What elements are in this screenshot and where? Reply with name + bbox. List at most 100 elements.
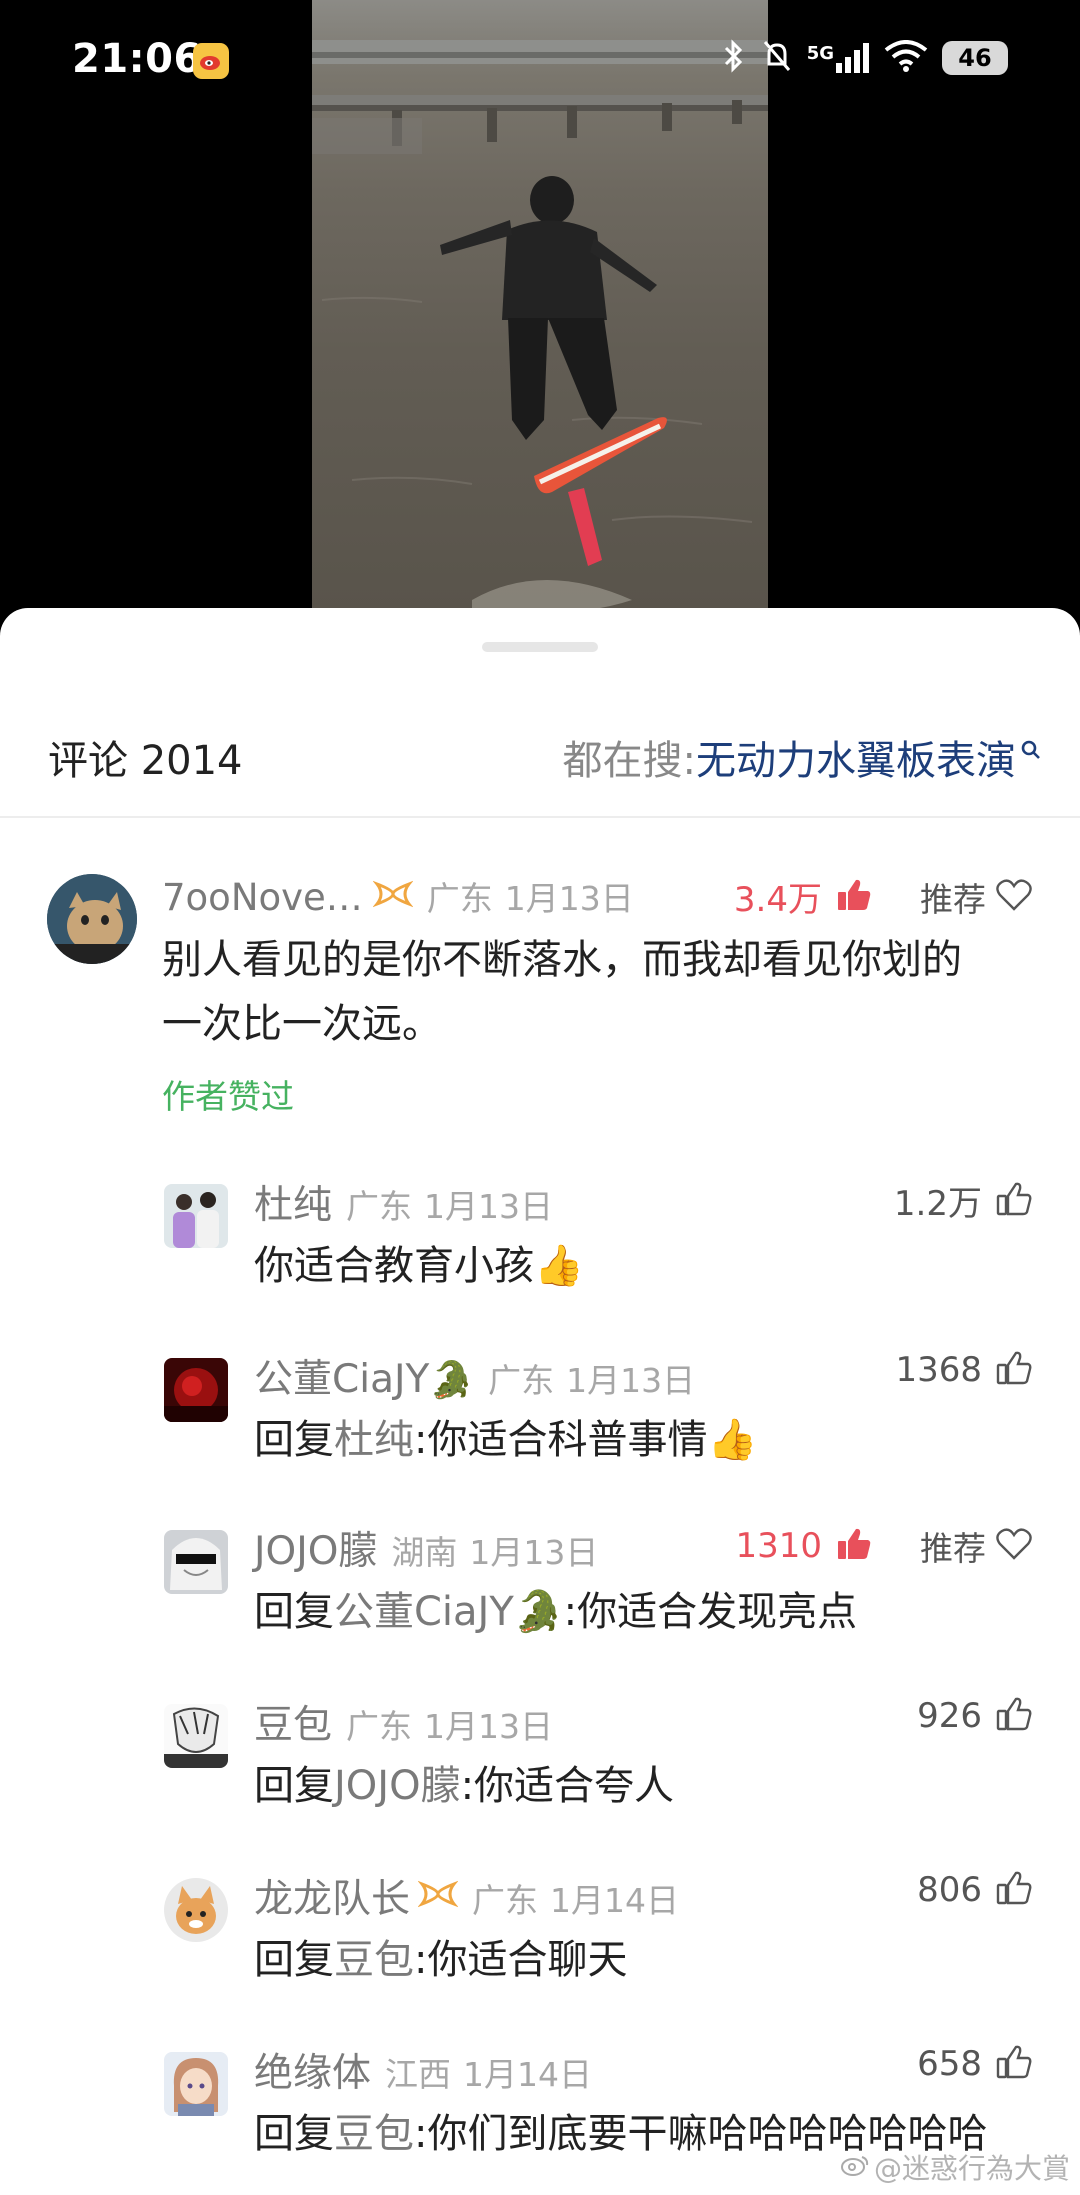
- header-divider: [0, 816, 1080, 818]
- reply-target-link[interactable]: 公董CiaJY: [334, 1589, 514, 1635]
- like-area: 806: [917, 1870, 1032, 1910]
- username[interactable]: 杜纯: [254, 1174, 332, 1230]
- main-comment: 7ooNove… 广东 1月13日 3.4万 推荐 别人看见的是你不断落水，而我…: [0, 866, 1080, 1066]
- trending-search-link[interactable]: 都在搜: 无动力水翼板表演: [563, 728, 1042, 786]
- username[interactable]: 龙龙队长: [254, 1868, 410, 1924]
- thumbs-up-icon[interactable]: [996, 1182, 1032, 1220]
- reply-target-link[interactable]: 豆包: [334, 2111, 414, 2157]
- reply-meta: 龙龙队长 广东 1月14日: [254, 1868, 679, 1924]
- like-area: 658: [917, 2044, 1032, 2084]
- avatar[interactable]: [164, 1704, 228, 1768]
- vip-badge-icon: [372, 880, 414, 912]
- reply-target-link[interactable]: JOJO朦: [334, 1763, 461, 1809]
- comment-text-line: 别人看见的是你不断落水，而我却看见你划的: [162, 937, 962, 983]
- reply-content: :你适合发现亮点: [563, 1589, 858, 1635]
- comments-sheet: 评论 2014 都在搜: 无动力水翼板表演 7ooNove… 广东 1月13日 …: [0, 608, 1080, 2195]
- reply-item: JOJO朦 湖南 1月13日 1310 推荐 回复公董CiaJY🐊:你适合发现亮…: [0, 1518, 1080, 1658]
- comments-count-title: 评论 2014: [48, 738, 243, 784]
- comments-header: 评论 2014 都在搜: 无动力水翼板表演: [0, 718, 1080, 798]
- comment-date: 1月13日: [504, 879, 634, 918]
- author-liked-badge: 作者赞过: [162, 1077, 294, 1116]
- battery-indicator: 46: [942, 41, 1008, 75]
- like-count: 658: [917, 2044, 982, 2084]
- reply-text: 你适合教育小孩👍: [254, 1234, 584, 1298]
- reply-region: 广东: [488, 1361, 555, 1400]
- thumbs-up-emoji: 👍: [707, 1417, 758, 1463]
- comment-text-line: 一次比一次远。: [162, 1001, 442, 1047]
- clock: 21:06: [72, 36, 202, 82]
- like-count: 1.2万: [893, 1184, 982, 1224]
- video-player[interactable]: 21:06 5G 46: [0, 0, 1080, 640]
- reply-text: 回复豆包:你适合聊天: [254, 1928, 627, 1992]
- reply-meta: 绝缘体 江西 1月14日: [254, 2042, 592, 2098]
- mute-bell-icon: [761, 38, 793, 78]
- network-type: 5G: [806, 43, 834, 64]
- trending-search-label: 都在搜:: [562, 738, 696, 784]
- reply-content: 你适合教育小孩: [254, 1243, 534, 1289]
- reply-content: :你适合科普事情: [414, 1417, 708, 1463]
- username[interactable]: 7ooNove…: [162, 876, 363, 919]
- recommend-label[interactable]: 推荐: [920, 1522, 986, 1570]
- avatar[interactable]: [164, 1878, 228, 1942]
- thumbs-up-filled-icon[interactable]: [836, 878, 872, 916]
- reply-prefix: 回复: [254, 1937, 334, 1983]
- username[interactable]: 绝缘体: [254, 2042, 371, 2098]
- thumbs-up-filled-icon[interactable]: [836, 1527, 872, 1565]
- like-area: 3.4万 推荐: [734, 872, 1032, 921]
- reply-text: 回复公董CiaJY🐊:你适合发现亮点: [254, 1580, 857, 1644]
- like-area: 926: [917, 1696, 1032, 1736]
- weibo-logo-icon: [840, 2151, 870, 2184]
- avatar[interactable]: [47, 874, 137, 964]
- reply-text: 回复JOJO朦:你适合夸人: [254, 1754, 674, 1818]
- reply-text: 回复杜纯:你适合科普事情👍: [254, 1408, 757, 1472]
- reply-region: 江西: [385, 2055, 452, 2094]
- reply-target-link[interactable]: 豆包: [334, 1937, 414, 1983]
- like-count: 1368: [895, 1350, 982, 1390]
- search-icon: [1020, 725, 1042, 771]
- bluetooth-icon: [721, 38, 747, 78]
- reply-meta: 杜纯 广东 1月13日: [254, 1174, 553, 1230]
- username[interactable]: 豆包: [254, 1694, 332, 1750]
- recommend-label[interactable]: 推荐: [920, 873, 986, 921]
- reply-prefix: 回复: [254, 1417, 334, 1463]
- reply-prefix: 回复: [254, 1589, 334, 1635]
- reply-date: 1月13日: [424, 1187, 554, 1226]
- thumbs-up-icon[interactable]: [996, 1351, 1032, 1389]
- reply-content: :你适合夸人: [460, 1763, 675, 1809]
- reply-region: 广东: [346, 1187, 413, 1226]
- username[interactable]: JOJO朦: [254, 1520, 377, 1576]
- heart-icon[interactable]: [996, 878, 1032, 915]
- reply-region: 广东: [472, 1881, 539, 1920]
- like-count: 806: [917, 1870, 982, 1910]
- thumbs-up-emoji: 👍: [534, 1243, 584, 1289]
- sheet-drag-handle[interactable]: [482, 642, 598, 652]
- username[interactable]: 公董CiaJY: [254, 1348, 429, 1404]
- avatar[interactable]: [164, 2052, 228, 2116]
- reply-content: :你适合聊天: [414, 1937, 628, 1983]
- thumbs-up-icon[interactable]: [996, 1871, 1032, 1909]
- reply-target-link[interactable]: 杜纯: [334, 1417, 414, 1463]
- like-area: 1310 推荐: [735, 1522, 1032, 1570]
- avatar[interactable]: [164, 1358, 228, 1422]
- reply-date: 1月14日: [550, 1881, 680, 1920]
- vip-badge-icon: [417, 1880, 459, 1912]
- avatar[interactable]: [164, 1530, 228, 1594]
- crocodile-emoji: 🐊: [513, 1589, 564, 1635]
- reply-item: 豆包 广东 1月13日 926 回复JOJO朦:你适合夸人: [0, 1692, 1080, 1832]
- status-icons: 5G 46: [721, 38, 1008, 78]
- thumbs-up-icon[interactable]: [996, 2045, 1032, 2083]
- reply-meta: 公董CiaJY 🐊 广东 1月13日: [254, 1348, 695, 1404]
- reply-region: 广东: [346, 1707, 413, 1746]
- avatar[interactable]: [164, 1184, 228, 1248]
- crocodile-emoji: 🐊: [429, 1360, 475, 1401]
- reply-date: 1月13日: [566, 1361, 696, 1400]
- comment-region: 广东: [426, 879, 493, 918]
- reply-item: 公董CiaJY 🐊 广东 1月13日 1368 回复杜纯:你适合科普事情👍: [0, 1346, 1080, 1486]
- like-area: 1.2万: [894, 1176, 1032, 1225]
- reply-item: 龙龙队长 广东 1月14日 806 回复豆包:你适合聊天: [0, 1866, 1080, 2006]
- thumbs-up-icon[interactable]: [996, 1697, 1032, 1735]
- trending-search-term[interactable]: 无动力水翼板表演: [696, 728, 1016, 786]
- reply-date: 1月13日: [469, 1533, 599, 1572]
- heart-icon[interactable]: [996, 1528, 1032, 1564]
- status-bar: 21:06 5G 46: [0, 0, 1080, 120]
